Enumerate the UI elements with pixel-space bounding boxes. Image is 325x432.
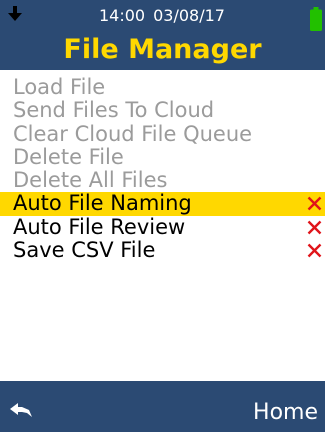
- menu-item-delete-file[interactable]: Delete File: [0, 144, 325, 169]
- clock: 14:00 03/08/17: [99, 6, 225, 26]
- page-title: File Manager: [63, 34, 262, 65]
- x-icon[interactable]: [307, 196, 322, 211]
- menu-item-auto-file-review[interactable]: Auto File Review: [0, 214, 325, 239]
- menu-item-label: Delete All Files: [13, 168, 168, 193]
- time-text: 14:00: [99, 6, 146, 25]
- footer-bar: Home: [0, 381, 325, 432]
- menu-item-label: Delete File: [13, 144, 124, 169]
- date-text: 03/08/17: [153, 6, 225, 25]
- download-arrow-icon: [8, 6, 22, 21]
- menu-item-send-files-to-cloud[interactable]: Send Files To Cloud: [0, 99, 325, 122]
- menu-item-label: Save CSV File: [13, 238, 156, 263]
- menu-item-label: Clear Cloud File Queue: [13, 121, 253, 146]
- header-bar: 14:00 03/08/17 File Manager: [0, 0, 325, 70]
- menu-item-load-file[interactable]: Load File: [0, 75, 325, 99]
- menu-item-delete-all-files[interactable]: Delete All Files: [0, 169, 325, 192]
- menu-item-label: Send Files To Cloud: [13, 98, 215, 123]
- x-icon[interactable]: [307, 220, 322, 235]
- back-arrow-icon[interactable]: [10, 403, 32, 419]
- home-button[interactable]: Home: [253, 400, 318, 426]
- menu-item-auto-file-naming[interactable]: Auto File Naming: [0, 191, 325, 216]
- menu-item-label: Load File: [13, 75, 106, 99]
- file-menu: Load File Send Files To Cloud Clear Clou…: [0, 75, 325, 263]
- menu-item-label: Auto File Review: [13, 214, 186, 239]
- x-icon[interactable]: [307, 243, 322, 258]
- menu-item-clear-cloud-file-queue[interactable]: Clear Cloud File Queue: [0, 121, 325, 146]
- status-bar: 14:00 03/08/17: [0, 0, 325, 32]
- battery-full-icon: [310, 7, 322, 31]
- menu-item-save-csv-file[interactable]: Save CSV File: [0, 238, 325, 263]
- menu-item-label: Auto File Naming: [13, 191, 192, 216]
